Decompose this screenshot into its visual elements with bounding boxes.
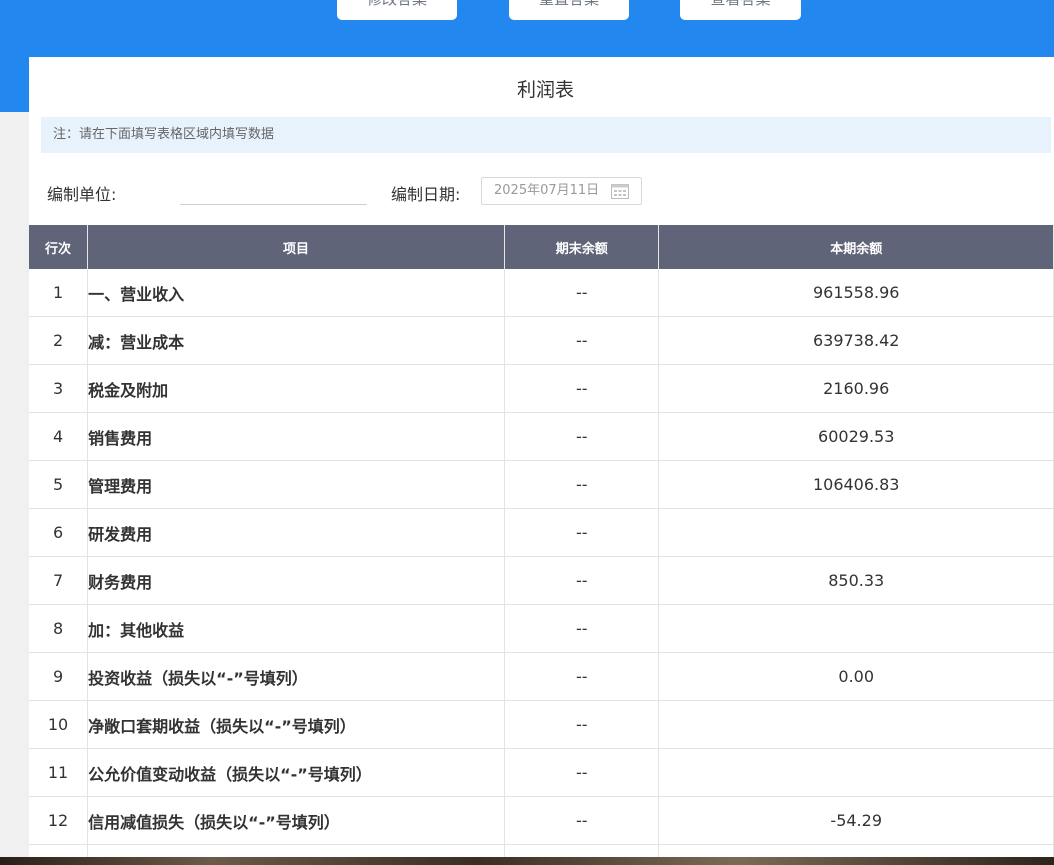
desktop-background-strip — [0, 857, 1054, 865]
row-number: 11 — [29, 748, 89, 797]
end-balance-cell: -- — [504, 556, 660, 605]
end-balance-cell: -- — [504, 508, 660, 557]
reset-answer-button[interactable]: 重置答案 — [509, 0, 629, 20]
row-number: 1 — [29, 269, 89, 317]
end-balance-cell: -- — [504, 796, 660, 845]
current-balance-input[interactable]: -54.29 — [658, 796, 1054, 845]
row-item: 研发费用 — [87, 508, 506, 557]
row-item: 管理费用 — [87, 460, 506, 509]
current-balance-input[interactable]: 0.00 — [658, 652, 1054, 701]
end-balance-cell: -- — [504, 412, 660, 461]
table-row: 8 加：其他收益 -- — [29, 604, 1054, 653]
column-header-end-balance: 期末余额 — [504, 225, 660, 269]
table-row: 4 销售费用 -- 60029.53 — [29, 412, 1054, 461]
unit-input[interactable] — [180, 181, 367, 203]
profit-table: 行次 项目 期末余额 本期余额 1 一、营业收入 -- 961558.96 2 … — [29, 225, 1054, 865]
current-balance-input[interactable] — [658, 700, 1054, 749]
fill-instruction-note: 注：请在下面填写表格区域内填写数据 — [41, 117, 1051, 153]
row-item: 公允价值变动收益（损失以“-”号填列） — [87, 748, 506, 797]
row-number: 10 — [29, 700, 89, 749]
end-balance-cell: -- — [504, 269, 660, 317]
current-balance-input[interactable] — [658, 508, 1054, 557]
unit-input-underline — [180, 204, 367, 205]
date-picker-input[interactable]: 2025年07月11日 — [481, 177, 642, 205]
table-row: 7 财务费用 -- 850.33 — [29, 556, 1054, 605]
table-row: 12 信用减值损失（损失以“-”号填列） -- -54.29 — [29, 796, 1054, 845]
profit-statement-card: 利润表 注：请在下面填写表格区域内填写数据 编制单位: 编制日期: 2025年0… — [29, 57, 1054, 865]
current-balance-input[interactable]: 961558.96 — [658, 269, 1054, 317]
current-balance-input[interactable]: 2160.96 — [658, 364, 1054, 413]
row-item: 净敞口套期收益（损失以“-”号填列） — [87, 700, 506, 749]
end-balance-cell: -- — [504, 460, 660, 509]
end-balance-cell: -- — [504, 652, 660, 701]
row-number: 4 — [29, 412, 89, 461]
table-row: 9 投资收益（损失以“-”号填列） -- 0.00 — [29, 652, 1054, 701]
current-balance-input[interactable]: 850.33 — [658, 556, 1054, 605]
modify-answer-button[interactable]: 修改答案 — [337, 0, 457, 20]
row-item: 财务费用 — [87, 556, 506, 605]
table-header-row: 行次 项目 期末余额 本期余额 — [29, 225, 1054, 269]
row-item: 信用减值损失（损失以“-”号填列） — [87, 796, 506, 845]
calendar-icon[interactable] — [611, 183, 629, 199]
current-balance-input[interactable]: 106406.83 — [658, 460, 1054, 509]
row-number: 7 — [29, 556, 89, 605]
current-balance-input[interactable] — [658, 604, 1054, 653]
table-row: 1 一、营业收入 -- 961558.96 — [29, 269, 1054, 317]
end-balance-cell: -- — [504, 748, 660, 797]
current-balance-input[interactable]: 639738.42 — [658, 316, 1054, 365]
row-number: 3 — [29, 364, 89, 413]
end-balance-cell: -- — [504, 364, 660, 413]
row-number: 5 — [29, 460, 89, 509]
row-item: 税金及附加 — [87, 364, 506, 413]
date-value: 2025年07月11日 — [494, 183, 600, 198]
end-balance-cell: -- — [504, 604, 660, 653]
row-number: 6 — [29, 508, 89, 557]
page-title: 利润表 — [516, 79, 574, 101]
row-item: 加：其他收益 — [87, 604, 506, 653]
row-number: 12 — [29, 796, 89, 845]
current-balance-input[interactable]: 60029.53 — [658, 412, 1054, 461]
table-row: 6 研发费用 -- — [29, 508, 1054, 557]
table-row: 11 公允价值变动收益（损失以“-”号填列） -- — [29, 748, 1054, 797]
row-item: 一、营业收入 — [87, 269, 506, 317]
page: 修改答案 重置答案 查看答案 利润表 注：请在下面填写表格区域内填写数据 编制单… — [0, 0, 1054, 865]
column-header-item: 项目 — [87, 225, 506, 269]
row-item: 销售费用 — [87, 412, 506, 461]
table-row: 3 税金及附加 -- 2160.96 — [29, 364, 1054, 413]
end-balance-cell: -- — [504, 700, 660, 749]
end-balance-cell: -- — [504, 316, 660, 365]
current-balance-input[interactable] — [658, 748, 1054, 797]
row-item: 投资收益（损失以“-”号填列） — [87, 652, 506, 701]
table-row: 5 管理费用 -- 106406.83 — [29, 460, 1054, 509]
column-header-current-balance: 本期余额 — [658, 225, 1054, 269]
date-label: 编制日期: — [391, 185, 461, 204]
table-row: 2 减：营业成本 -- 639738.42 — [29, 316, 1054, 365]
row-number: 9 — [29, 652, 89, 701]
view-answer-button[interactable]: 查看答案 — [680, 0, 801, 20]
row-number: 8 — [29, 604, 89, 653]
row-number: 2 — [29, 316, 89, 365]
row-item: 减：营业成本 — [87, 316, 506, 365]
column-header-no: 行次 — [29, 225, 89, 269]
table-row: 10 净敞口套期收益（损失以“-”号填列） -- — [29, 700, 1054, 749]
unit-label: 编制单位: — [47, 185, 117, 204]
